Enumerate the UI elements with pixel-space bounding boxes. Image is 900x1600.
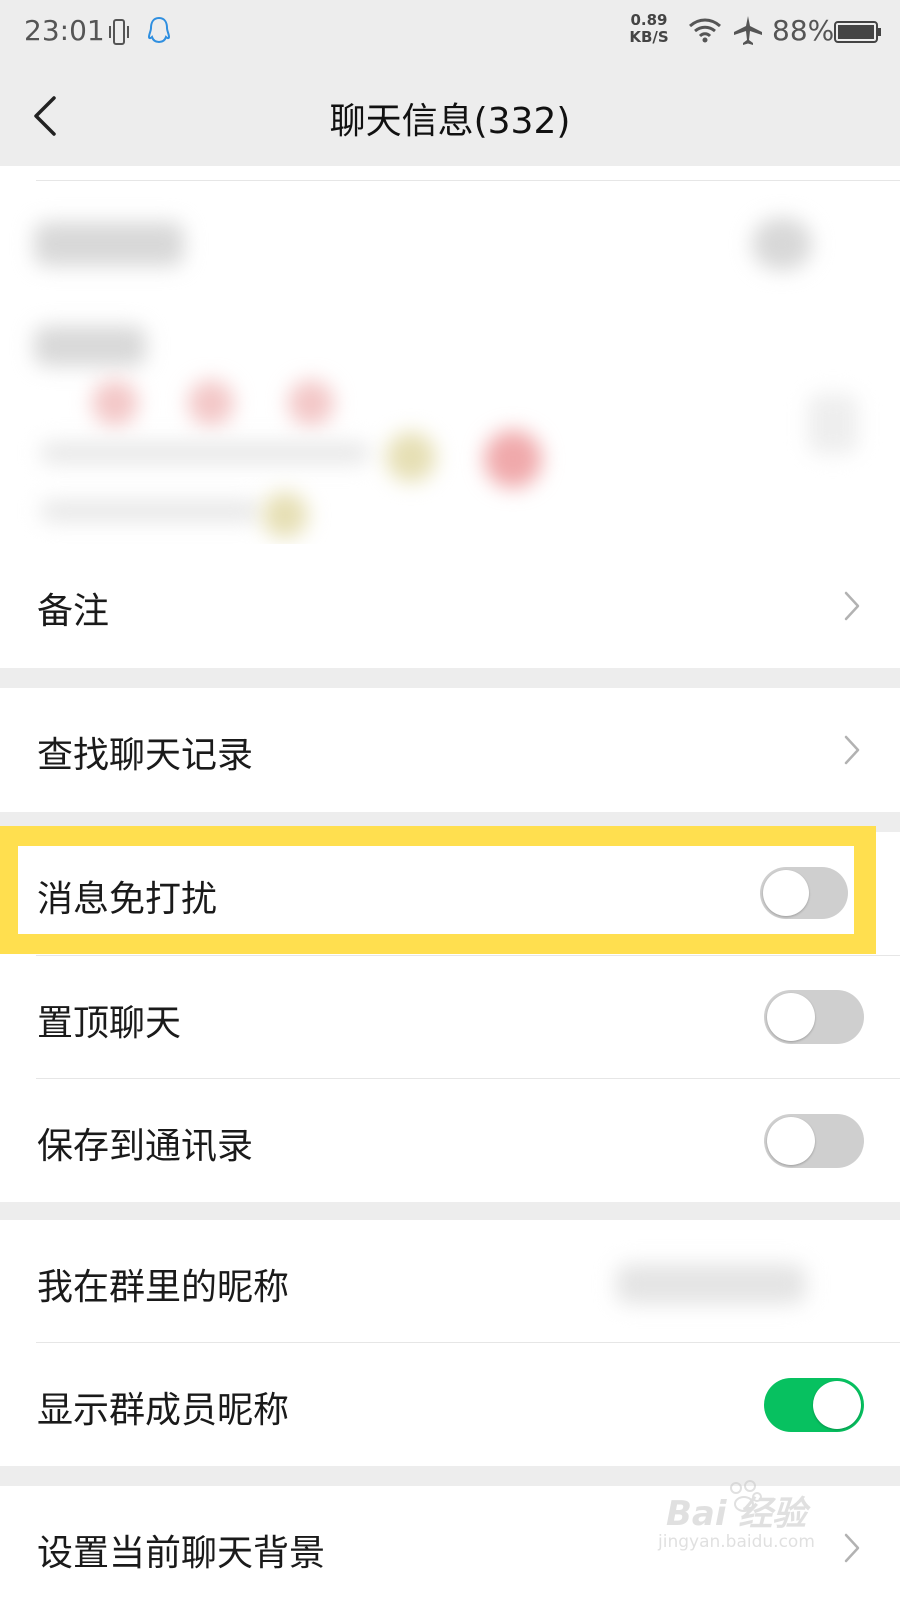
- row-do-not-disturb: 消息免打扰: [0, 832, 900, 956]
- chat-info-content: 备注 查找聊天记录 消息免打扰 置顶聊天 保存到通讯录 我在群里的昵称 显示群成…: [0, 166, 900, 1600]
- row-my-group-nickname-label: 我在群里的昵称: [37, 1267, 290, 1308]
- baidu-jingyan-watermark: Bai 经验 jingyan.baidu.com: [654, 1476, 844, 1566]
- watermark-url: jingyan.baidu.com: [658, 1532, 815, 1552]
- nickname-card: 我在群里的昵称 显示群成员昵称: [0, 1220, 900, 1466]
- wifi-icon: [689, 18, 721, 43]
- row-save-to-contacts-label: 保存到通讯录: [37, 1126, 254, 1167]
- blurred-emoji: [92, 380, 138, 426]
- blurred-emoji: [386, 432, 436, 482]
- toggle-knob: [763, 870, 809, 916]
- search-card: 查找聊天记录: [0, 688, 900, 812]
- toggle-knob: [813, 1381, 861, 1429]
- toggle-knob: [767, 993, 815, 1041]
- save-to-contacts-toggle[interactable]: [764, 1114, 864, 1168]
- airplane-mode-icon: [734, 16, 762, 45]
- chevron-right-icon: [844, 735, 860, 765]
- blurred-announcement-text: [40, 442, 370, 464]
- status-bar: 23:01 0.89 KB/S 88%: [0, 0, 900, 66]
- row-chat-background-label: 设置当前聊天背景: [37, 1533, 326, 1574]
- do-not-disturb-toggle[interactable]: [760, 867, 848, 919]
- blurred-announcement-title: [34, 326, 146, 366]
- row-show-member-nicknames: 显示群成员昵称: [0, 1343, 900, 1466]
- blurred-emoji: [288, 380, 334, 426]
- blurred-emoji: [484, 430, 542, 488]
- battery-percent: 88%: [772, 14, 835, 47]
- sticky-on-top-toggle[interactable]: [764, 990, 864, 1044]
- row-save-to-contacts: 保存到通讯录: [0, 1079, 900, 1202]
- blurred-qr-code: [752, 218, 812, 270]
- row-sticky-on-top: 置顶聊天: [0, 956, 900, 1078]
- blurred-announcement-text: [40, 500, 260, 522]
- row-search-history-label: 查找聊天记录: [37, 735, 254, 776]
- watermark-brand: Bai 经验: [666, 1494, 807, 1534]
- page-title: 聊天信息(332): [329, 101, 571, 142]
- row-remark[interactable]: 备注: [0, 544, 900, 668]
- group-info-card: 备注: [0, 166, 900, 668]
- toggle-knob: [767, 1117, 815, 1165]
- toggles-card: 消息免打扰 置顶聊天 保存到通讯录: [0, 832, 900, 1202]
- row-search-history[interactable]: 查找聊天记录: [0, 688, 900, 812]
- navigation-bar: 聊天信息(332): [0, 66, 900, 166]
- blurred-emoji: [188, 380, 234, 426]
- blurred-chevron: [808, 394, 858, 454]
- network-speed-value: 0.89: [630, 11, 668, 29]
- chevron-right-icon: [844, 1533, 860, 1563]
- qq-penguin-icon: [147, 16, 171, 44]
- blurred-nickname-value: [616, 1264, 806, 1304]
- battery-icon: [834, 21, 881, 43]
- network-speed-unit: KB/S: [629, 28, 669, 46]
- status-time: 23:01: [24, 14, 105, 47]
- row-sticky-on-top-label: 置顶聊天: [37, 1003, 182, 1044]
- chevron-right-icon: [844, 591, 860, 621]
- row-show-member-nicknames-label: 显示群成员昵称: [37, 1390, 290, 1431]
- network-speed: 0.89 KB/S: [626, 12, 672, 46]
- show-member-nicknames-toggle[interactable]: [764, 1378, 864, 1432]
- divider: [36, 180, 900, 181]
- blurred-group-name: [34, 222, 184, 266]
- vibrate-icon: [109, 19, 129, 45]
- blurred-emoji: [262, 492, 308, 538]
- row-remark-label: 备注: [37, 591, 110, 632]
- row-my-group-nickname[interactable]: 我在群里的昵称: [0, 1220, 900, 1344]
- row-do-not-disturb-label: 消息免打扰: [37, 879, 218, 920]
